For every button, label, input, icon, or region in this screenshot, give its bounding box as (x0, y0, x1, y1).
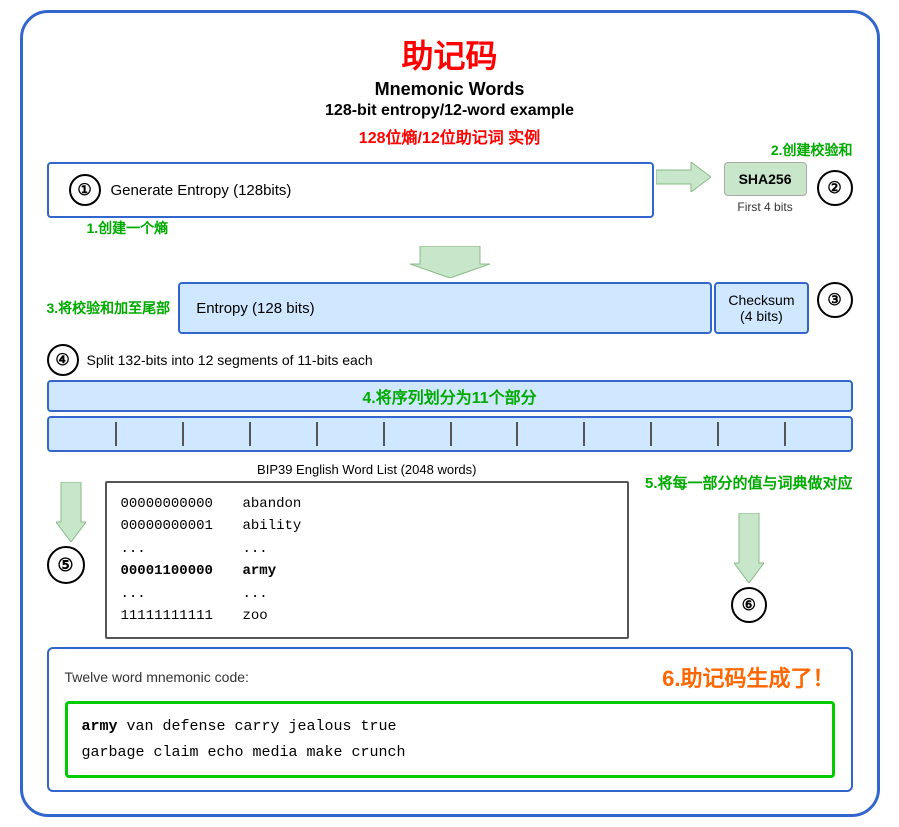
step4-desc: ④ Split 132-bits into 12 segments of 11-… (47, 344, 853, 376)
bip39-row-zoo: 11111111111 zoo (121, 605, 613, 627)
seg-div-6 (450, 422, 452, 446)
mnemonic-remaining: van defense carry jealous truegarbage cl… (82, 718, 406, 761)
row-6: Twelve word mnemonic code: 6.助记码生成了！ arm… (47, 647, 853, 792)
row-5: ⑤ BIP39 English Word List (2048 words) 0… (47, 462, 853, 639)
bip39-bits-0: 00000000000 (121, 493, 231, 515)
sha-label: SHA256 (724, 162, 807, 196)
title-en2: 128-bit entropy/12-word example (47, 102, 853, 120)
step2-annotation: 2.创建校验和 (771, 140, 853, 160)
arrow-down-1 (47, 246, 853, 278)
bip39-table: 00000000000 abandon 00000000001 ability … (105, 481, 629, 639)
checksum-label: Checksum(4 bits) (728, 292, 794, 324)
arrow-to-step6 (734, 513, 764, 583)
step4-text: Split 132-bits into 12 segments of 11-bi… (87, 352, 373, 368)
bip39-word-0: abandon (243, 493, 302, 515)
step5-annotation: 5.将每一部分的值与词典做对应 (645, 472, 853, 493)
seg-div-3 (249, 422, 251, 446)
step1-box: ① Generate Entropy (128bits) 1.创建一个熵 (47, 162, 654, 218)
seg-div-4 (316, 422, 318, 446)
row-3: 3.将校验和加至尾部 Entropy (128 bits) Checksum(4… (47, 282, 853, 334)
bip39-row-0: 00000000000 abandon (121, 493, 613, 515)
seg-div-2 (182, 422, 184, 446)
seg-div-10 (717, 422, 719, 446)
bip39-row-1: 00000000001 ability (121, 515, 613, 537)
sha-box: SHA256 First 4 bits (724, 162, 807, 214)
bip39-bits-dots2: ... (121, 583, 231, 605)
bip39-word-army: army (243, 560, 277, 582)
seg-div-9 (650, 422, 652, 446)
checksum-box: Checksum(4 bits) (714, 282, 808, 334)
bip39-container: BIP39 English Word List (2048 words) 000… (105, 462, 629, 639)
row-6-header: Twelve word mnemonic code: 6.助记码生成了！ (65, 661, 835, 693)
title-zh: 助记码 (47, 31, 853, 77)
step6-label-zh: 6.助记码生成了！ (662, 661, 834, 693)
step6-circle: ⑥ (731, 587, 767, 623)
mnemonic-output: army van defense carry jealous truegarba… (65, 701, 835, 778)
bip39-row-dots2: ... ... (121, 583, 613, 605)
bip39-bits-zoo: 11111111111 (121, 605, 231, 627)
title-en1: Mnemonic Words (47, 79, 853, 100)
title-zh-sub: 128位熵/12位助记词 实例 (47, 124, 853, 148)
bip39-word-dots2: ... (243, 583, 268, 605)
seg-div-8 (583, 422, 585, 446)
mnemonic-first-word: army (82, 718, 118, 735)
step5-circle: ⑤ (47, 546, 85, 584)
bip39-word-dots1: ... (243, 538, 268, 560)
segments-bar (47, 416, 853, 452)
bip39-row-dots1: ... ... (121, 538, 613, 560)
step2-circle: ② (817, 170, 853, 206)
bip39-bits-army: 00001100000 (121, 560, 231, 582)
seg-div-11 (784, 422, 786, 446)
step2-area: SHA256 First 4 bits ② (724, 162, 853, 214)
bip39-title: BIP39 English Word List (2048 words) (105, 462, 629, 477)
bip39-word-zoo: zoo (243, 605, 268, 627)
step1-label: Generate Entropy (128bits) (111, 182, 292, 199)
seg-div-5 (383, 422, 385, 446)
bip39-word-1: ability (243, 515, 302, 537)
row-1-2: ① Generate Entropy (128bits) 1.创建一个熵 (47, 162, 853, 218)
row-4: ④ Split 132-bits into 12 segments of 11-… (47, 344, 853, 452)
step3-annotation: 3.将校验和加至尾部 (47, 282, 171, 334)
step4-circle: ④ (47, 344, 79, 376)
step5-left: ⑤ (47, 462, 95, 584)
entropy-box: Entropy (128 bits) (178, 282, 712, 334)
bip39-row-army: 00001100000 army (121, 560, 613, 582)
sha-sub: First 4 bits (724, 200, 807, 214)
step5-right: 5.将每一部分的值与词典做对应 ⑥ (645, 462, 853, 623)
row-1-2-wrapper: 2.创建校验和 ① Generate Entropy (128bits) 1.创… (47, 162, 853, 218)
main-container: 助记码 Mnemonic Words 128-bit entropy/12-wo… (20, 10, 880, 817)
twelve-word-label: Twelve word mnemonic code: (65, 669, 249, 685)
seg-div-7 (516, 422, 518, 446)
step1-circle: ① (69, 174, 101, 206)
step4-label-zh: 4.将序列划分为11个部分 (47, 380, 853, 412)
step1-annotation: 1.创建一个熵 (87, 218, 169, 238)
step3-circle: ③ (817, 282, 853, 318)
seg-div-1 (115, 422, 117, 446)
arrow-to-sha (654, 162, 714, 192)
bip39-bits-1: 00000000001 (121, 515, 231, 537)
bip39-bits-dots1: ... (121, 538, 231, 560)
